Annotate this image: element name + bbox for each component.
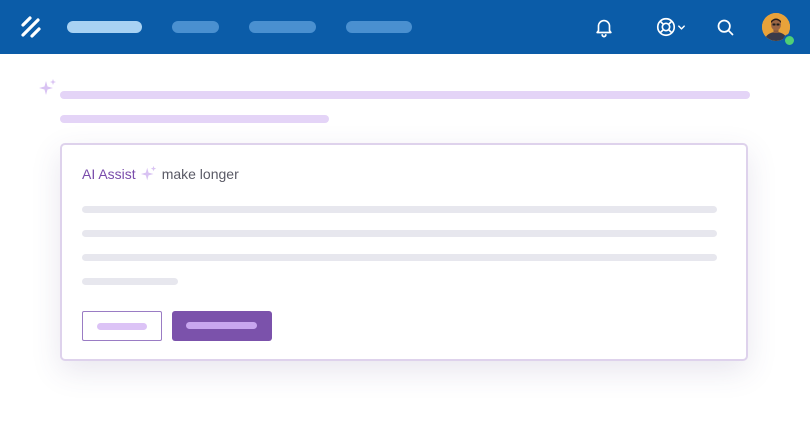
bell-icon (596, 19, 612, 38)
nav-item[interactable] (172, 21, 219, 33)
ai-assist-card: AI Assist make longer (60, 143, 748, 361)
generated-text-placeholder-line (82, 254, 717, 261)
generated-text-placeholder-line (82, 206, 717, 213)
online-status-indicator (783, 34, 796, 47)
help-menu-button[interactable] (652, 14, 688, 40)
text-placeholder-line (60, 91, 750, 99)
search-button[interactable] (713, 14, 737, 40)
sparkle-icon (39, 79, 56, 95)
text-placeholder-line (60, 115, 329, 123)
chevron-down-icon (677, 24, 685, 30)
notifications-button[interactable] (592, 14, 616, 40)
generated-text-placeholder-line (82, 230, 717, 237)
ai-assist-header: AI Assist make longer (82, 165, 239, 183)
ai-assist-mode: make longer (161, 166, 239, 182)
secondary-button[interactable] (82, 311, 162, 341)
button-label-placeholder (97, 323, 147, 330)
nav-item[interactable] (346, 21, 412, 33)
primary-button[interactable] (172, 311, 272, 341)
generated-text-placeholder-line (82, 278, 178, 285)
top-navigation-bar (0, 0, 810, 54)
ai-assist-label: AI Assist (82, 166, 136, 182)
nav-item[interactable] (249, 21, 316, 33)
lifebuoy-icon (656, 17, 675, 37)
logo-slashes-icon[interactable] (20, 15, 42, 39)
button-label-placeholder (186, 322, 257, 329)
nav-item-active[interactable] (67, 21, 142, 33)
search-icon (717, 19, 733, 35)
sparkle-icon (140, 165, 158, 183)
